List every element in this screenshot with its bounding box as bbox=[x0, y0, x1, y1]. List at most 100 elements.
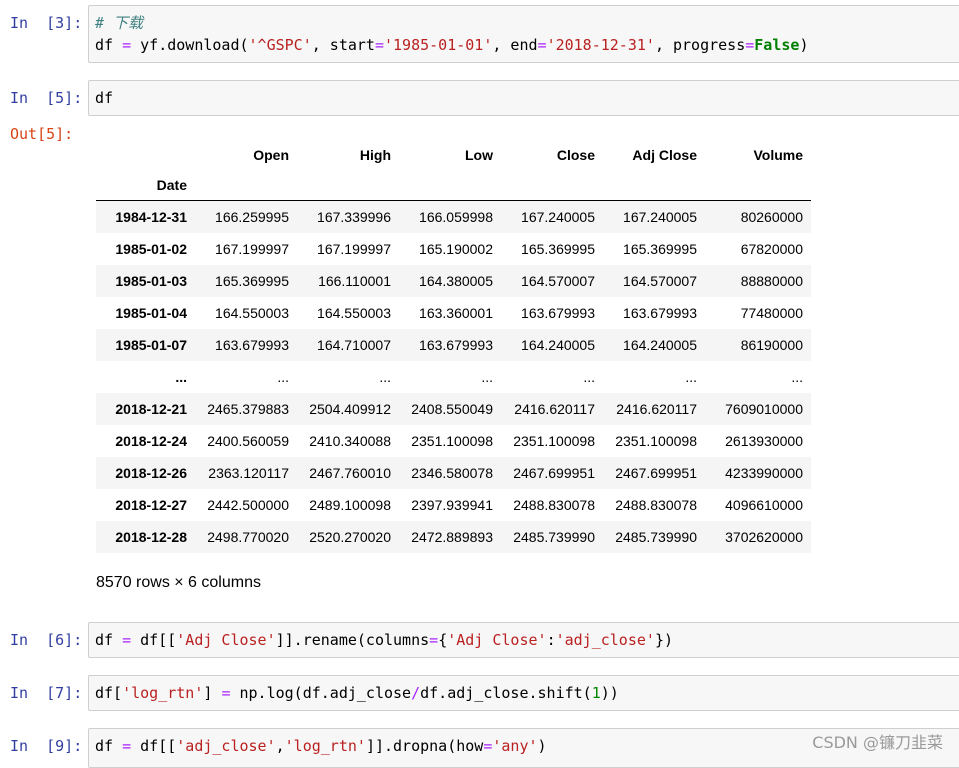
index-header-row: Date bbox=[96, 170, 811, 201]
blank-cell bbox=[705, 170, 811, 201]
table-cell: 164.380005 bbox=[419, 273, 493, 289]
table-cell: ... bbox=[379, 369, 391, 385]
row-index: 1985-01-04 bbox=[115, 305, 187, 321]
index-header-blank bbox=[96, 140, 195, 170]
code-token: }) bbox=[654, 631, 673, 649]
index-name: Date bbox=[96, 170, 195, 201]
code-token: = bbox=[122, 36, 132, 54]
table-cell: 2397.939941 bbox=[411, 497, 493, 513]
code-token: , end bbox=[492, 36, 538, 54]
code-token: yf.download( bbox=[131, 36, 249, 54]
code-token: = bbox=[122, 631, 132, 649]
table-row: ..................... bbox=[96, 361, 811, 393]
table-cell: 2613930000 bbox=[725, 433, 803, 449]
code-token: df[[ bbox=[131, 737, 177, 755]
row-index: 1985-01-02 bbox=[115, 241, 187, 257]
column-header: Volume bbox=[753, 147, 803, 163]
table-cell: 166.110001 bbox=[318, 273, 391, 289]
code-line: df['log_rtn'] = np.log(df.adj_close/df.a… bbox=[95, 682, 953, 704]
dataframe-body: 1984-12-31 166.259995 167.339996 166.059998… bbox=[96, 200, 811, 553]
code-token: = bbox=[745, 36, 755, 54]
column-header: Open bbox=[253, 147, 289, 163]
table-row: 1985-01-02 167.199997 167.199997 165.190002… bbox=[96, 233, 811, 265]
code-cell-7[interactable]: In [7]: df['log_rtn'] = np.log(df.adj_cl… bbox=[0, 675, 959, 711]
code-token: 'log_rtn' bbox=[284, 737, 366, 755]
table-cell: 167.240005 bbox=[623, 209, 697, 225]
code-token: df.adj_close.shift( bbox=[420, 684, 592, 702]
table-cell: 2485.739990 bbox=[615, 529, 697, 545]
column-header-row: Open High Low Close Adj Close Volume bbox=[96, 140, 811, 170]
row-index: 1985-01-03 bbox=[115, 273, 187, 289]
table-cell: 165.369995 bbox=[623, 241, 697, 257]
code-token: df bbox=[95, 89, 114, 107]
table-cell: 2489.100098 bbox=[309, 497, 391, 513]
code-cell-6[interactable]: In [6]: df = df[['Adj Close']].rename(co… bbox=[0, 622, 959, 658]
code-input[interactable]: # 下载 df = yf.download('^GSPC', start='198… bbox=[88, 5, 959, 63]
table-cell: 80260000 bbox=[740, 209, 803, 225]
table-row: 1984-12-31 166.259995 167.339996 166.059998… bbox=[96, 200, 811, 233]
dataframe-shape: 8570 rows × 6 columns bbox=[96, 574, 261, 591]
table-cell: 163.679993 bbox=[215, 337, 289, 353]
table-cell: 166.059998 bbox=[419, 209, 493, 225]
code-line: df = df[['Adj Close']].rename(columns={'… bbox=[95, 629, 953, 651]
cell-prompt: In [9]: bbox=[10, 737, 83, 755]
table-cell: 2498.770020 bbox=[207, 529, 289, 545]
table-cell: 167.199997 bbox=[317, 241, 391, 257]
code-token: df[ bbox=[95, 684, 123, 702]
code-input[interactable]: df = df[['Adj Close']].rename(columns={'… bbox=[88, 622, 959, 658]
code-token: 'adj_close' bbox=[176, 737, 276, 755]
code-token: df bbox=[95, 36, 123, 54]
code-token: '^GSPC' bbox=[248, 36, 312, 54]
code-token: # 下载 bbox=[95, 14, 144, 32]
row-index: 1985-01-07 bbox=[115, 337, 187, 353]
table-cell: ... bbox=[277, 369, 289, 385]
cell-prompt: In [3]: bbox=[10, 14, 83, 32]
code-line: # 下载 bbox=[95, 12, 953, 34]
row-index: 2018-12-26 bbox=[115, 465, 187, 481]
code-token: )) bbox=[600, 684, 619, 702]
table-cell: 2400.560059 bbox=[207, 433, 289, 449]
column-header: High bbox=[359, 147, 391, 163]
table-cell: 164.570007 bbox=[623, 273, 697, 289]
code-line: df bbox=[95, 87, 953, 109]
code-cell-5[interactable]: In [5]: df bbox=[0, 80, 959, 116]
code-cell-3[interactable]: In [3]: # 下载 df = yf.download('^GSPC', st… bbox=[0, 5, 959, 63]
code-token: False bbox=[754, 36, 800, 54]
table-cell: 167.199997 bbox=[215, 241, 289, 257]
table-cell: 2485.739990 bbox=[513, 529, 595, 545]
code-token: = bbox=[429, 631, 439, 649]
table-cell: 77480000 bbox=[740, 305, 803, 321]
code-token: 'Adj Close' bbox=[447, 631, 547, 649]
table-cell: 166.259995 bbox=[215, 209, 289, 225]
table-cell: 165.190002 bbox=[419, 241, 493, 257]
table-cell: 2488.830078 bbox=[615, 497, 697, 513]
output-prompt: Out[5]: bbox=[10, 125, 74, 143]
table-cell: ... bbox=[791, 369, 803, 385]
table-cell: 165.369995 bbox=[215, 273, 289, 289]
row-index: 1984-12-31 bbox=[115, 209, 187, 225]
blank-cell bbox=[501, 170, 603, 201]
row-index: 2018-12-24 bbox=[115, 433, 187, 449]
code-input[interactable]: df['log_rtn'] = np.log(df.adj_close/df.a… bbox=[88, 675, 959, 711]
table-row: 1985-01-04 164.550003 164.550003 163.360001… bbox=[96, 297, 811, 329]
code-token: ) bbox=[537, 737, 547, 755]
code-input[interactable]: df bbox=[88, 80, 959, 116]
table-cell: 7609010000 bbox=[725, 401, 803, 417]
code-token: 'any' bbox=[492, 737, 538, 755]
table-cell: 2504.409912 bbox=[309, 401, 391, 417]
table-cell: 2488.830078 bbox=[513, 497, 595, 513]
table-cell: 163.360001 bbox=[419, 305, 493, 321]
code-token: , bbox=[275, 737, 285, 755]
row-index: 2018-12-28 bbox=[115, 529, 187, 545]
code-token: df bbox=[95, 737, 123, 755]
table-cell: 2346.580078 bbox=[411, 465, 493, 481]
table-cell: 164.550003 bbox=[215, 305, 289, 321]
table-cell: ... bbox=[583, 369, 595, 385]
code-token: 'log_rtn' bbox=[122, 684, 204, 702]
code-token: df bbox=[95, 631, 123, 649]
table-cell: 2442.500000 bbox=[207, 497, 289, 513]
table-row: 2018-12-28 2498.770020 2520.270020 2472.889… bbox=[96, 521, 811, 553]
cell-prompt: In [5]: bbox=[10, 89, 83, 107]
table-cell: 164.240005 bbox=[623, 337, 697, 353]
blank-cell bbox=[297, 170, 399, 201]
